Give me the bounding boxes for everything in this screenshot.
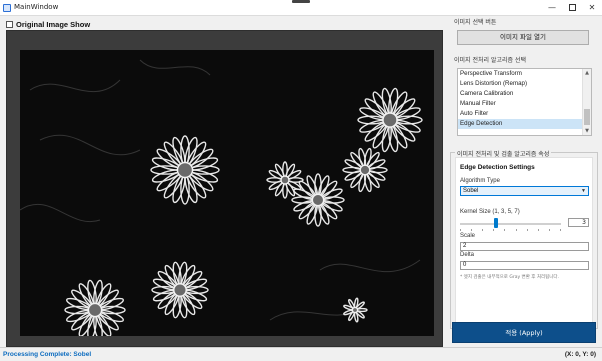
- scroll-up-icon[interactable]: ▲: [583, 69, 591, 77]
- kernel-size-slider-track[interactable]: [460, 223, 561, 225]
- algorithm-item[interactable]: Lens Distortion (Remap): [458, 79, 582, 89]
- open-image-button[interactable]: 이미지 파일 열기: [457, 30, 589, 45]
- algorithm-item[interactable]: Auto Filter: [458, 109, 582, 119]
- snap-grip[interactable]: [292, 0, 310, 3]
- app-icon: [3, 4, 11, 12]
- cursor-coordinates: (X: 0, Y: 0): [564, 351, 596, 358]
- properties-group: 이미지 전처리 및 검출 알고리즘 속성 Edge Detection Sett…: [450, 149, 598, 329]
- original-image-checkbox-row[interactable]: Original Image Show: [6, 19, 90, 29]
- file-group: 이미지 선택 버튼 이미지 파일 열기: [449, 17, 599, 51]
- kernel-size-slider-thumb[interactable]: [494, 218, 498, 228]
- algorithm-item[interactable]: Manual Filter: [458, 99, 582, 109]
- slider-ticks: [460, 229, 561, 231]
- apply-button[interactable]: 적용 (Apply): [452, 322, 596, 343]
- control-panel: 이미지 선택 버튼 이미지 파일 열기 이미지 전처리 알고리즘 선택 Pers…: [449, 17, 599, 347]
- maximize-icon[interactable]: [563, 1, 581, 14]
- algorithm-type-value: Sobel: [463, 188, 479, 194]
- image-panel: Original Image Show: [3, 17, 444, 347]
- edge-note: * 엣지 검출은 내부적으로 Gray 변환 후 처리됩니다.: [460, 275, 559, 280]
- section-title: Edge Detection Settings: [460, 164, 535, 171]
- edge-detected-image: [20, 50, 434, 336]
- scroll-thumb[interactable]: [584, 109, 590, 125]
- original-image-checkbox[interactable]: [6, 20, 13, 28]
- scale-label: Scale: [460, 233, 476, 239]
- chevron-down-icon: ▼: [581, 188, 586, 194]
- delta-input[interactable]: 0: [460, 261, 589, 270]
- processed-image: [20, 50, 434, 336]
- scale-input[interactable]: 2: [460, 242, 589, 251]
- image-viewport[interactable]: [6, 30, 443, 347]
- algorithm-list[interactable]: Perspective Transform Lens Distortion (Re…: [457, 68, 592, 136]
- kernel-size-label: Kernel Size (1, 3, 5, 7): [460, 209, 520, 215]
- algorithm-type-select[interactable]: Sobel ▼: [460, 186, 589, 196]
- algorithm-list-scrollbar[interactable]: ▲ ▼: [582, 69, 591, 135]
- minimize-icon[interactable]: —: [543, 1, 561, 14]
- close-icon[interactable]: ✕: [583, 1, 601, 14]
- properties-panel: Edge Detection Settings Algorithm Type S…: [455, 157, 593, 324]
- file-group-title: 이미지 선택 버튼: [454, 19, 497, 26]
- status-message: Processing Complete: Sobel: [3, 351, 92, 358]
- kernel-size-spinbox[interactable]: 3: [568, 218, 589, 227]
- delta-label: Delta: [460, 252, 475, 258]
- algorithm-item[interactable]: Perspective Transform: [458, 69, 582, 79]
- algorithm-group-title: 이미지 전처리 알고리즘 선택: [454, 57, 526, 64]
- scroll-down-icon[interactable]: ▼: [583, 127, 591, 135]
- original-image-checkbox-label: Original Image Show: [16, 19, 91, 29]
- algorithm-item[interactable]: Camera Calibration: [458, 89, 582, 99]
- algorithm-item[interactable]: Edge Detection: [458, 119, 582, 129]
- title-bar: MainWindow — ✕: [0, 0, 602, 16]
- status-bar: Processing Complete: Sobel (X: 0, Y: 0): [0, 347, 602, 361]
- algorithm-type-label: Algorithm Type: [460, 178, 500, 184]
- window-title: MainWindow: [14, 3, 59, 11]
